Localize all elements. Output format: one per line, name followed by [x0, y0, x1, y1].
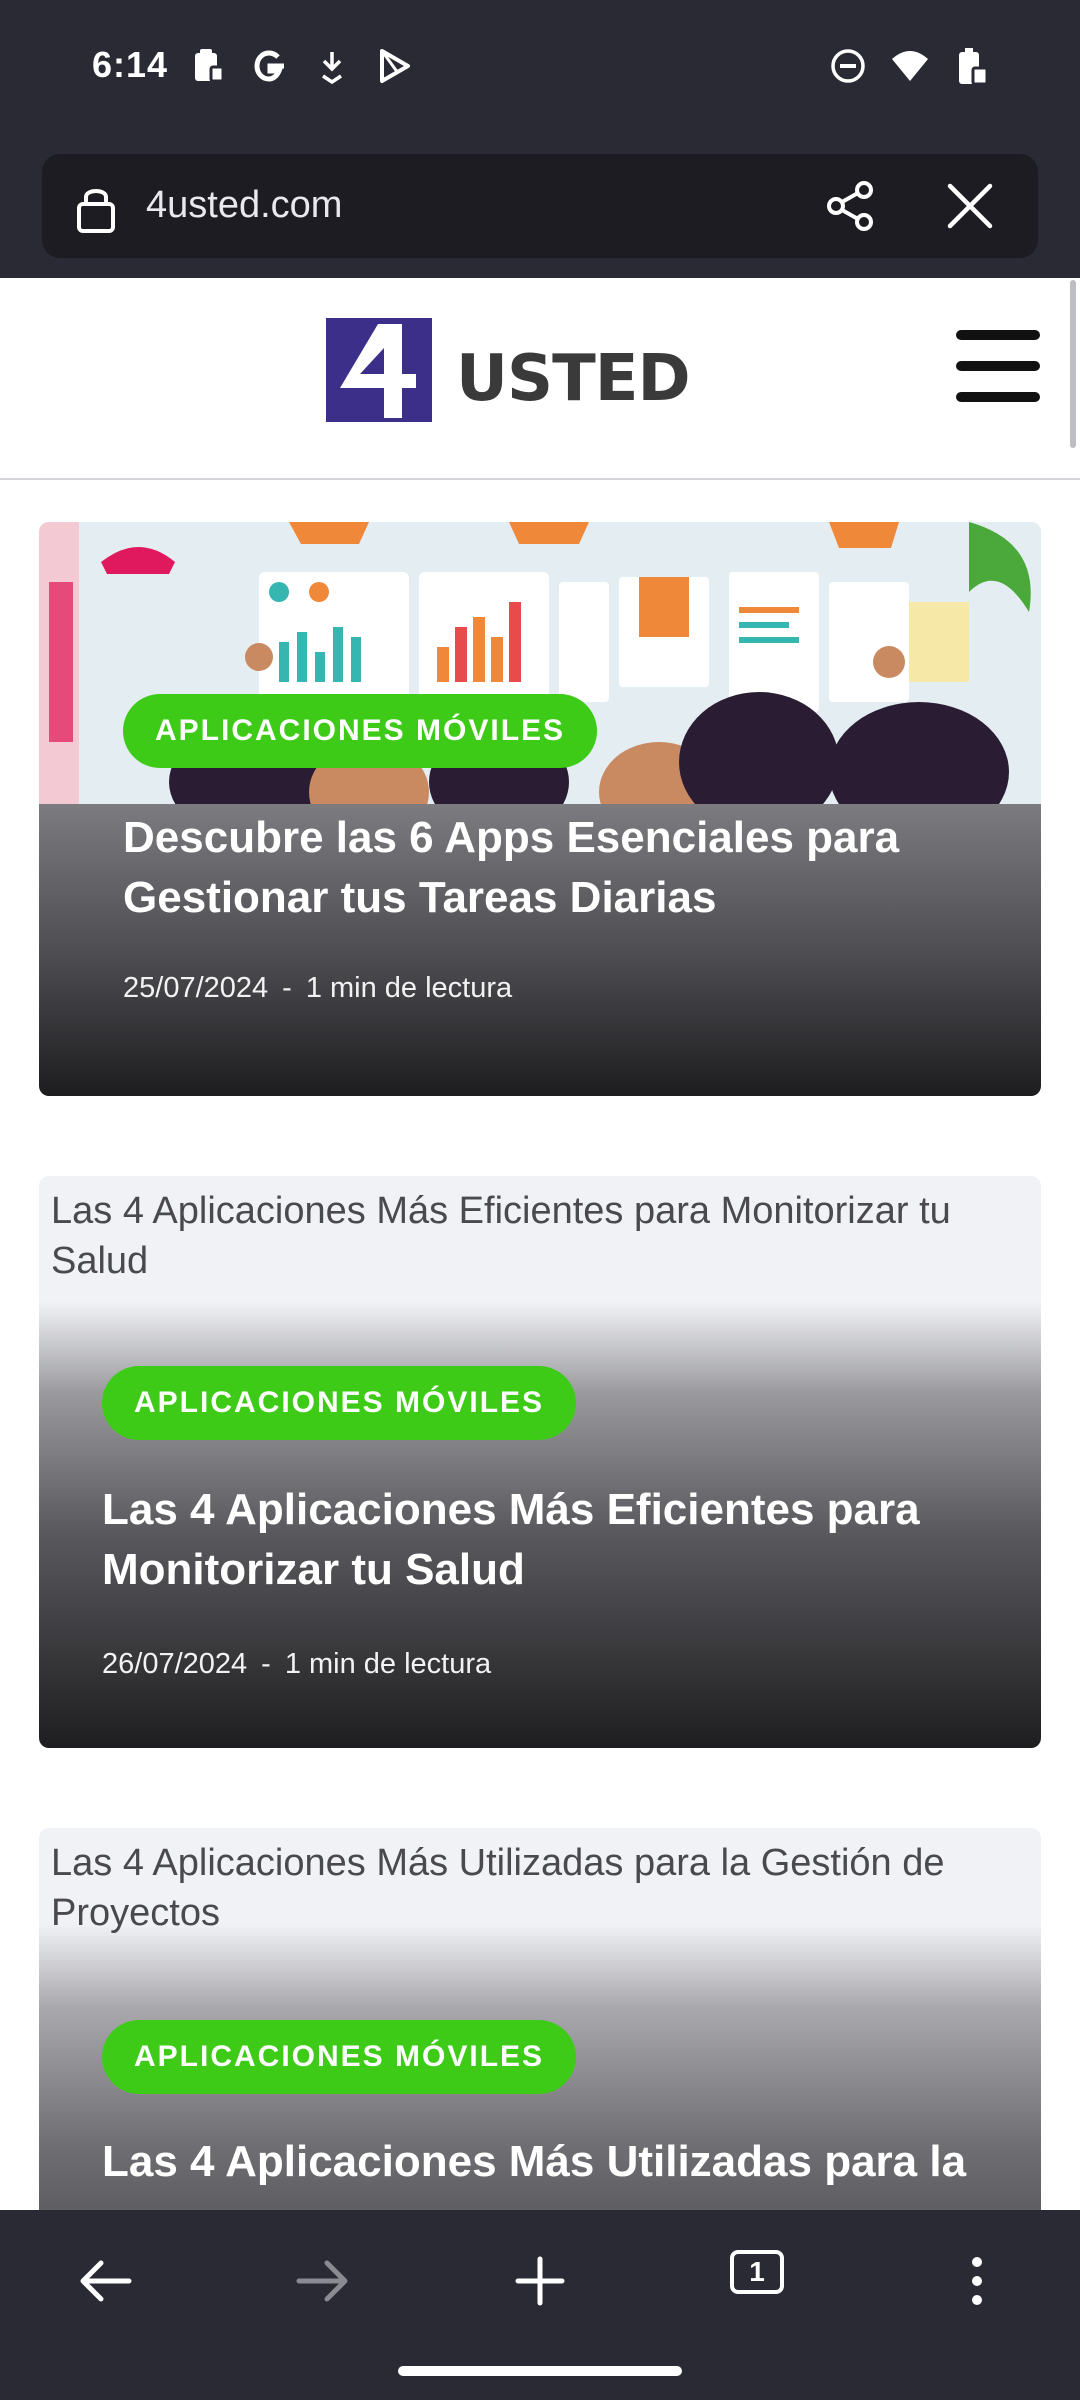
bottom-toolbar: 1	[0, 2210, 1080, 2400]
clipboard-icon	[188, 46, 228, 86]
new-tab-icon[interactable]	[505, 2246, 575, 2316]
category-badge[interactable]: APLICACIONES MÓVILES	[123, 694, 598, 768]
article-title[interactable]: Las 4 Aplicaciones Más Eficientes para M…	[102, 1480, 982, 1600]
google-g-icon	[250, 46, 290, 86]
browser-toolbar: 4usted.com	[0, 140, 1080, 278]
article-date: 26/07/2024	[102, 1648, 248, 1680]
article-meta: 26/07/2024-1 min de lectura	[102, 1648, 491, 1681]
article-image-alt-text: Las 4 Aplicaciones Más Eficientes para M…	[51, 1190, 951, 1282]
hamburger-menu-icon[interactable]	[956, 330, 1042, 402]
address-bar[interactable]: 4usted.com	[42, 154, 1038, 258]
article-card[interactable]: APLICACIONES MÓVILES Descubre las 6 Apps…	[39, 522, 1041, 1096]
article-read-time: 1 min de lectura	[284, 1648, 492, 1680]
more-options-icon[interactable]	[942, 2246, 1012, 2316]
article-title[interactable]: Las 4 Aplicaciones Más Utilizadas para l…	[102, 2132, 1022, 2192]
logo-mark-icon	[326, 318, 432, 422]
article-read-time: 1 min de lectura	[305, 972, 513, 1004]
article-meta: 25/07/2024-1 min de lectura	[123, 972, 512, 1005]
home-indicator[interactable]	[398, 2366, 682, 2376]
back-arrow-icon[interactable]	[70, 2246, 140, 2316]
play-store-icon	[374, 46, 414, 86]
article-date: 25/07/2024	[123, 972, 269, 1004]
forward-arrow-icon[interactable]	[288, 2246, 358, 2316]
article-title[interactable]: Descubre las 6 Apps Esenciales para Gest…	[123, 808, 1003, 928]
status-right-icons	[828, 46, 992, 86]
tabs-icon[interactable]: 1	[730, 2250, 784, 2294]
site-header: USTED	[0, 278, 1080, 480]
status-left-icons	[188, 46, 414, 86]
url-text[interactable]: 4usted.com	[146, 184, 342, 227]
download-icon	[312, 46, 352, 86]
category-badge[interactable]: APLICACIONES MÓVILES	[102, 2020, 577, 2094]
site-logo[interactable]: USTED	[326, 318, 691, 424]
meta-separator: -	[282, 972, 292, 1004]
logo-text: USTED	[456, 342, 691, 416]
status-bar: 6:14	[0, 0, 1080, 140]
share-icon[interactable]	[822, 178, 878, 234]
status-time: 6:14	[92, 44, 169, 85]
do-not-disturb-icon	[828, 46, 868, 86]
lock-icon[interactable]	[72, 182, 120, 234]
article-card[interactable]: Las 4 Aplicaciones Más Utilizadas para l…	[39, 1828, 1041, 2228]
article-image-alt-text: Las 4 Aplicaciones Más Utilizadas para l…	[51, 1842, 945, 1934]
close-icon[interactable]	[944, 180, 996, 232]
category-badge[interactable]: APLICACIONES MÓVILES	[102, 1366, 577, 1440]
article-card[interactable]: Las 4 Aplicaciones Más Eficientes para M…	[39, 1176, 1041, 1748]
meta-separator: -	[261, 1648, 271, 1680]
wifi-icon	[890, 46, 930, 86]
scrollbar[interactable]	[1070, 280, 1076, 448]
battery-icon	[952, 46, 992, 86]
